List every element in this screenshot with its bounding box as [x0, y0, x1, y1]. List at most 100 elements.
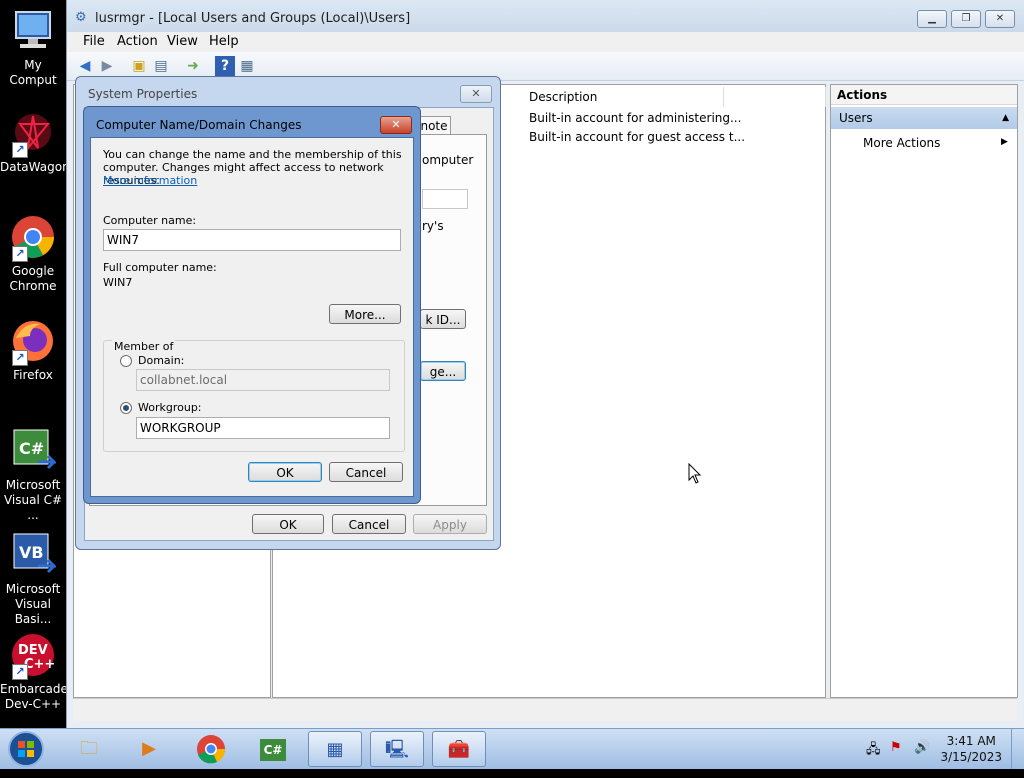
visual-csharp-icon: C#: [10, 428, 58, 474]
start-button[interactable]: [6, 730, 46, 768]
menubar: File Action View Help: [67, 32, 1024, 52]
table-row[interactable]: Built-in account for administering...: [529, 111, 741, 125]
dialog-title: Computer Name/Domain Changes: [96, 118, 302, 132]
desktop-icon-dev-cpp[interactable]: DEV C++ ↗ Embarcade Dev-C++: [0, 632, 68, 712]
domain-input[interactable]: collabnet.local: [136, 369, 390, 391]
partial-text-ys: ry's: [422, 219, 444, 233]
forward-icon[interactable]: ▶: [97, 56, 117, 76]
clock-date: 3/15/2023: [940, 750, 1002, 764]
close-button[interactable]: ✕: [380, 116, 412, 134]
domain-radio[interactable]: [120, 355, 132, 367]
workgroup-input[interactable]: WORKGROUP: [136, 417, 390, 439]
help-icon[interactable]: ?: [215, 56, 235, 76]
clock-time: 3:41 AM: [946, 734, 996, 748]
menu-action[interactable]: Action: [117, 34, 158, 49]
menu-view[interactable]: View: [167, 34, 198, 49]
actions-section-label: Users: [839, 111, 873, 125]
shortcut-arrow-icon: ↗: [12, 142, 28, 158]
windows-logo-icon: [8, 731, 44, 767]
desktop-icon-label: Firefox: [13, 368, 53, 382]
app-icon: ⚙: [75, 10, 87, 25]
minimize-button[interactable]: ▁: [917, 10, 947, 28]
clock[interactable]: 3:41 AM 3/15/2023: [940, 733, 1002, 765]
desktop: My Comput ↗ DataWagon ↗ Google Chrome ↗ …: [0, 0, 70, 728]
computer-name-label: Computer name:: [103, 214, 197, 227]
submenu-arrow-icon: ▶: [1001, 137, 1008, 147]
domain-label: Domain:: [138, 354, 185, 367]
desktop-icon-label: My Comput: [9, 58, 57, 87]
change-button[interactable]: ge...: [420, 361, 466, 381]
desktop-icon-google-chrome[interactable]: ↗ Google Chrome: [0, 214, 66, 294]
actions-pane: Actions Users ▲ More Actions ▶: [830, 84, 1018, 698]
taskbar-system-properties[interactable]: 🖳: [370, 731, 424, 767]
back-icon[interactable]: ◀: [75, 56, 95, 76]
minimize-icon: ▁: [928, 13, 936, 24]
more-button[interactable]: More...: [329, 304, 401, 324]
shortcut-arrow-icon: ↗: [12, 246, 28, 262]
apply-button[interactable]: Apply: [413, 514, 487, 534]
more-actions-item[interactable]: More Actions: [863, 135, 940, 151]
partial-textbox[interactable]: [422, 189, 468, 209]
member-of-group: Member of Domain: collabnet.local Workgr…: [103, 340, 405, 452]
desktop-icon-datawagon[interactable]: ↗ DataWagon: [0, 110, 70, 175]
desktop-icon-my-computer[interactable]: My Comput: [0, 8, 66, 88]
status-bar: [73, 698, 1017, 721]
properties-icon[interactable]: ▦: [237, 56, 257, 76]
taskbar-computer-management[interactable]: ▦: [308, 731, 362, 767]
close-window-button[interactable]: ✕: [985, 10, 1015, 28]
dev-cpp-icon: DEV C++ ↗: [10, 632, 56, 680]
up-folder-icon[interactable]: ▣: [129, 56, 149, 76]
chrome-icon: ↗: [10, 214, 56, 262]
maximize-button[interactable]: ❐: [951, 10, 981, 28]
taskbar-visual-csharp[interactable]: C#: [246, 731, 300, 767]
ok-button[interactable]: OK: [248, 462, 322, 482]
network-icon[interactable]: 🖧: [866, 740, 881, 762]
taskbar-toolbox[interactable]: 🧰: [432, 731, 486, 767]
desktop-icon-label: Microsoft Visual Basi...: [5, 582, 61, 626]
taskbar-media-player[interactable]: ▶: [122, 731, 176, 767]
column-header-description[interactable]: Description: [523, 87, 724, 107]
dialog-title: System Properties: [88, 87, 198, 101]
desktop-icon-label: DataWagon: [0, 160, 70, 174]
ok-button[interactable]: OK: [252, 514, 324, 534]
action-center-flag-icon[interactable]: ⚑: [890, 740, 902, 755]
svg-text:C++: C++: [24, 657, 55, 672]
taskbar-explorer[interactable]: 🗀: [62, 731, 116, 767]
tab-remote[interactable]: note: [417, 116, 451, 135]
workgroup-radio[interactable]: [120, 402, 132, 414]
cancel-button[interactable]: Cancel: [332, 514, 406, 534]
desktop-icon-visual-basic[interactable]: VB Microsoft Visual Basi...: [0, 532, 66, 627]
desktop-icon-firefox[interactable]: ↗ Firefox: [0, 318, 66, 383]
desktop-icon-visual-csharp[interactable]: C# Microsoft Visual C# ...: [0, 428, 66, 523]
visual-basic-icon: VB: [10, 532, 58, 578]
workgroup-label: Workgroup:: [138, 401, 202, 414]
close-button[interactable]: ✕: [460, 85, 492, 103]
taskbar-chrome[interactable]: [184, 731, 238, 767]
partial-text-computer: omputer: [422, 153, 474, 167]
menu-file[interactable]: File: [83, 34, 105, 49]
more-actions-label: More Actions: [863, 136, 941, 150]
shortcut-arrow-icon: ↗: [12, 350, 28, 366]
cancel-button[interactable]: Cancel: [329, 462, 403, 482]
computer-name-domain-dialog: Computer Name/Domain Changes ✕ You can c…: [83, 106, 421, 504]
close-icon: ✕: [471, 87, 481, 100]
chrome-icon: [197, 735, 226, 764]
more-information-link[interactable]: More information: [103, 174, 197, 187]
media-player-icon: ▶: [142, 738, 156, 759]
column-header-empty[interactable]: [725, 87, 826, 107]
volume-icon[interactable]: 🔊: [914, 740, 930, 755]
actions-section-users[interactable]: Users ▲: [831, 107, 1017, 129]
close-icon: ✕: [391, 118, 401, 131]
table-row[interactable]: Built-in account for guest access t...: [529, 130, 745, 144]
svg-text:VB: VB: [19, 543, 44, 562]
computer-name-input[interactable]: WIN7: [103, 229, 401, 251]
show-desktop-button[interactable]: [1011, 729, 1024, 769]
network-id-button[interactable]: k ID...: [420, 309, 466, 329]
shortcut-arrow-icon: ↗: [12, 664, 28, 680]
close-icon: ✕: [995, 13, 1005, 24]
menu-help[interactable]: Help: [209, 34, 239, 49]
window-titlebar[interactable]: ⚙ lusrmgr - [Local Users and Groups (Loc…: [67, 0, 1024, 34]
show-hide-tree-icon[interactable]: ▤: [151, 56, 171, 76]
export-list-icon[interactable]: ➜: [183, 56, 203, 76]
restore-icon: ❐: [961, 13, 971, 24]
